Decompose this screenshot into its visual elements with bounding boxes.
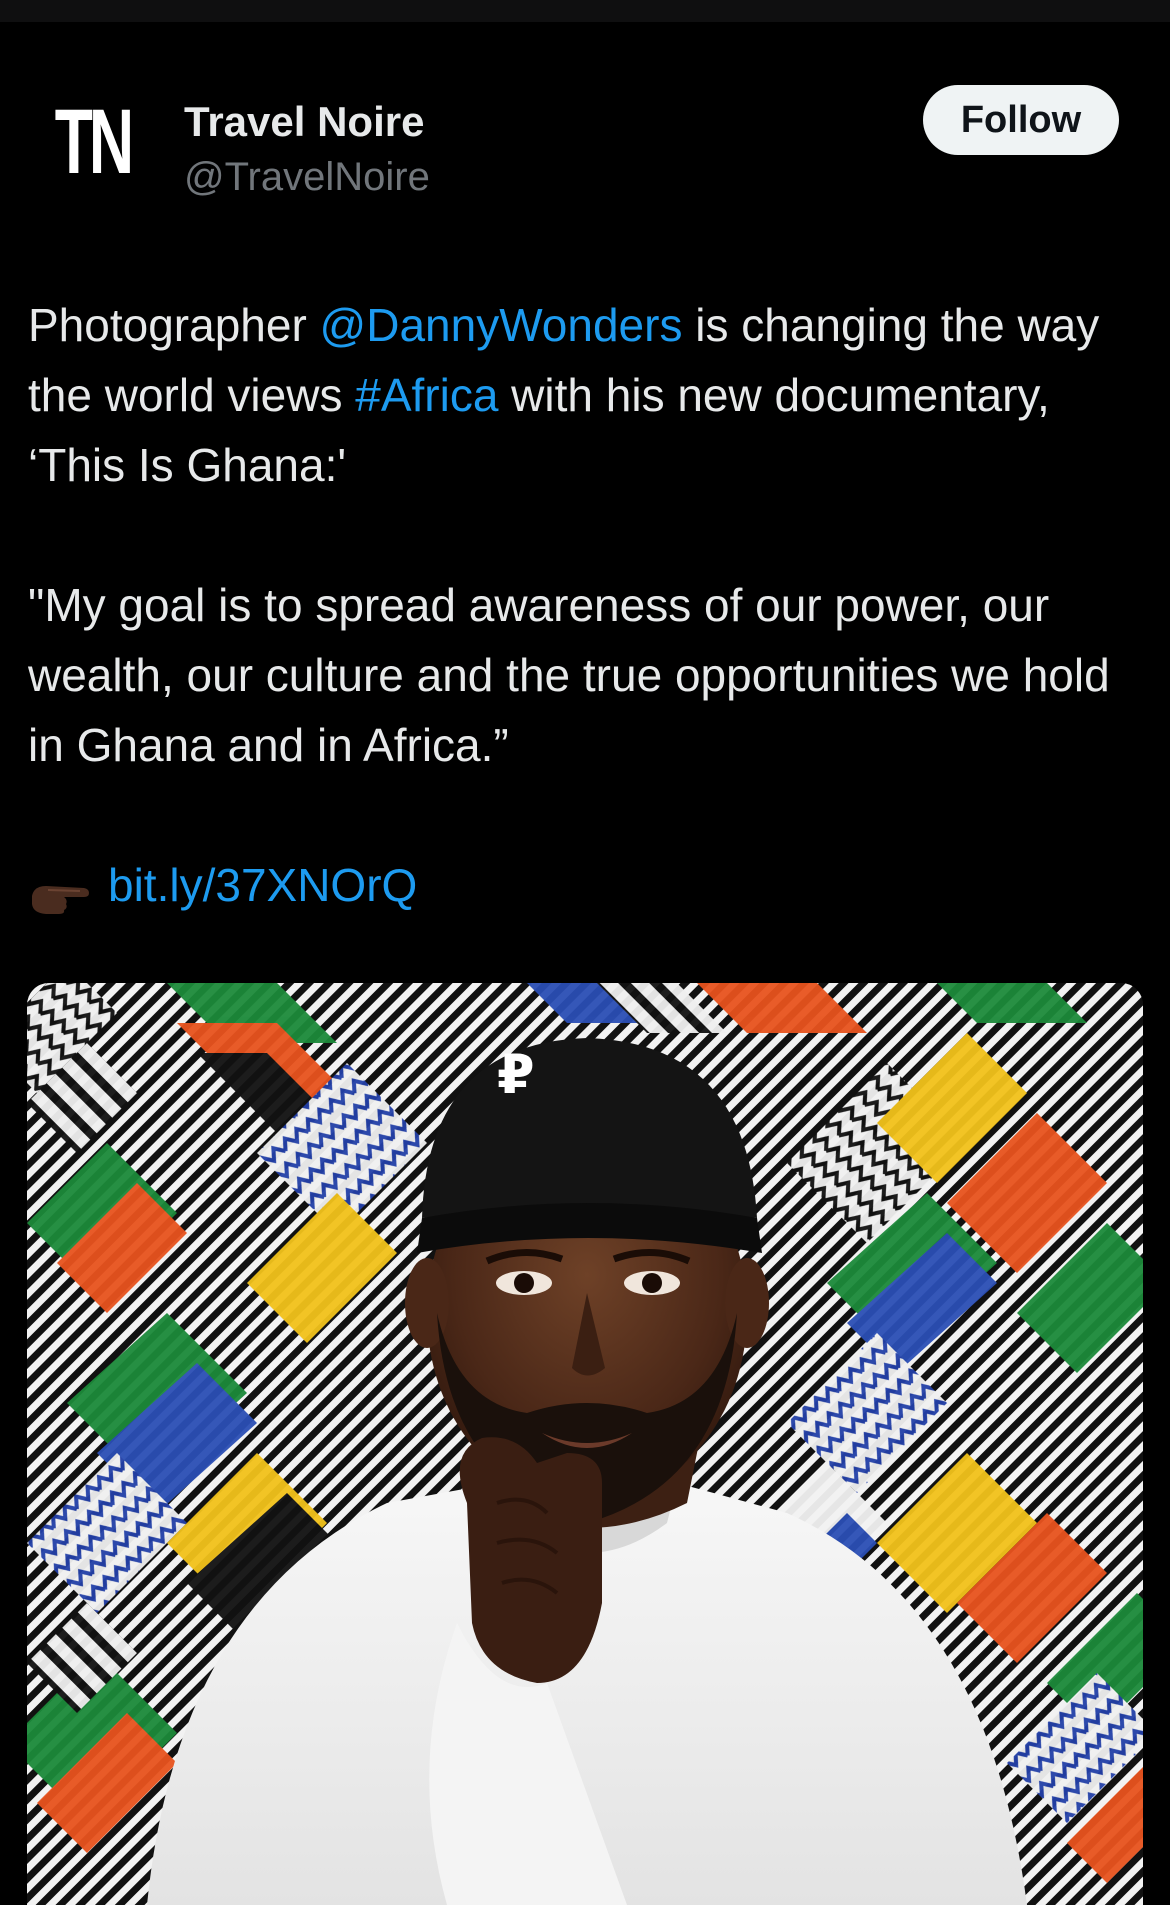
status-strip (0, 0, 1170, 22)
tweet-paragraph-2: "My goal is to spread awareness of our p… (28, 579, 1110, 771)
follow-button[interactable]: Follow (923, 85, 1119, 155)
avatar-logo-text: TN (54, 91, 133, 193)
external-link[interactable]: bit.ly/37XNOrQ (108, 859, 417, 911)
display-name[interactable]: Travel Noire (184, 96, 430, 148)
tweet-photo[interactable]: ₽ (27, 983, 1143, 1905)
photo-illustration: ₽ (27, 983, 1143, 1905)
tweet-link-line: bit.ly/37XNOrQ (28, 850, 1143, 920)
tweet-paragraph-1: Photographer @DannyWonders is changing t… (28, 290, 1143, 500)
hashtag-link[interactable]: #Africa (355, 369, 498, 421)
tweet-text: Photographer @DannyWonders is changing t… (28, 290, 1143, 920)
pointing-right-hand-icon (28, 865, 90, 914)
avatar[interactable]: TN (30, 80, 154, 204)
text-segment: Photographer (28, 299, 320, 351)
tweet-card[interactable]: TN Travel Noire @TravelNoire Follow Phot… (0, 22, 1170, 1905)
cap-logo: ₽ (497, 1043, 535, 1106)
mention-link[interactable]: @DannyWonders (320, 299, 683, 351)
author-info[interactable]: Travel Noire @TravelNoire (184, 96, 430, 202)
user-handle[interactable]: @TravelNoire (184, 152, 430, 202)
